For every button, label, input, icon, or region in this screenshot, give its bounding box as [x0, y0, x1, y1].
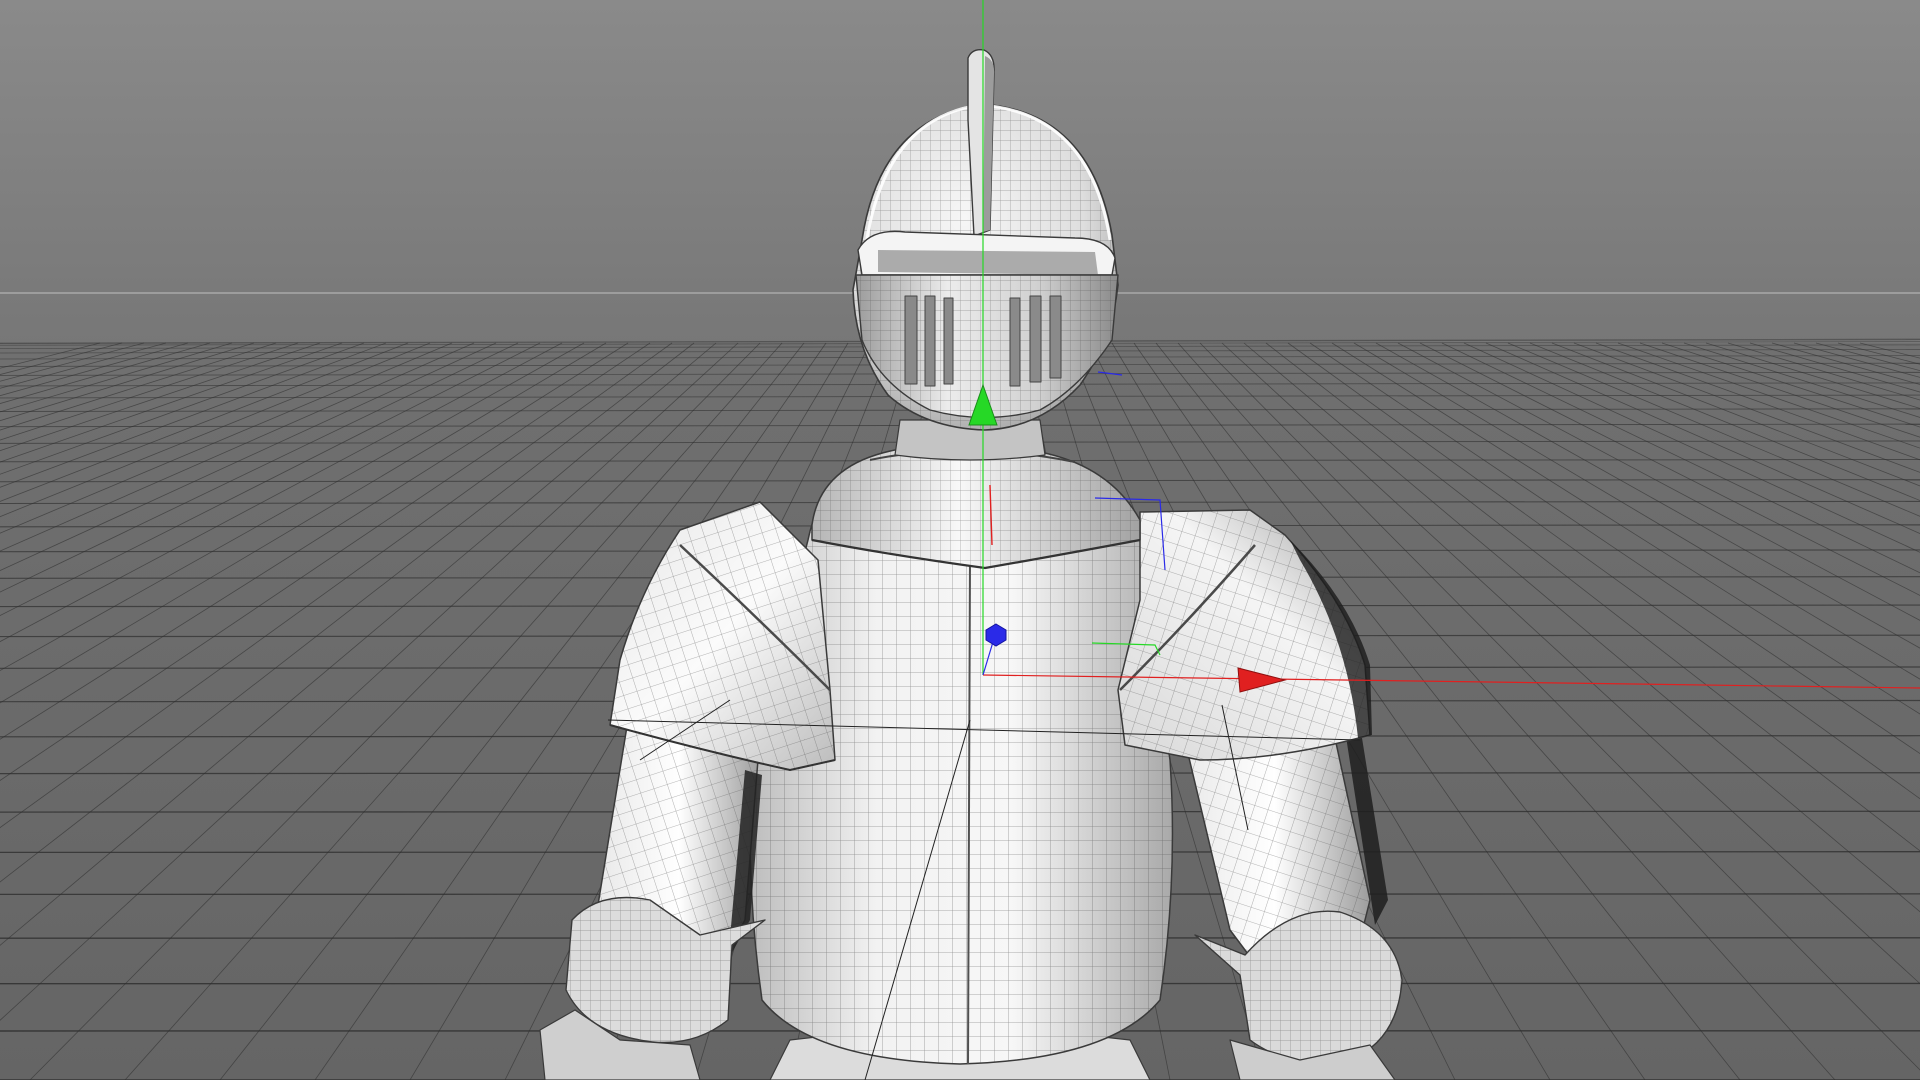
scene-canvas[interactable]: [0, 0, 1920, 1080]
3d-viewport[interactable]: [0, 0, 1920, 1080]
visor-band-shadow: [878, 250, 1098, 275]
